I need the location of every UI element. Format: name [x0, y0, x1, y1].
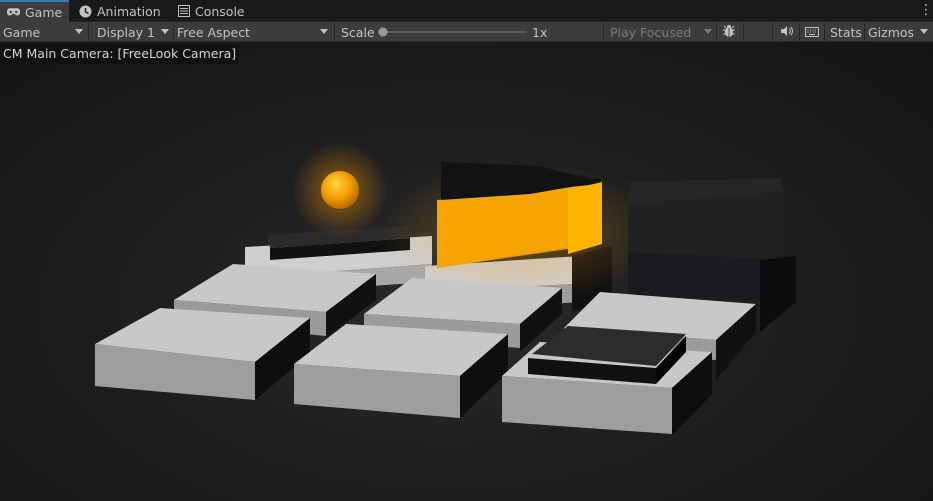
- toolbar-divider: [334, 23, 335, 41]
- console-icon: [177, 5, 190, 18]
- tab-game-label: Game: [25, 4, 63, 20]
- game-viewport[interactable]: CM Main Camera: [FreeLook Camera]: [0, 42, 933, 501]
- speaker-icon: [780, 25, 793, 40]
- stats-label: Stats: [830, 24, 862, 40]
- aspect-value: Free Aspect: [177, 24, 250, 40]
- stats-button[interactable]: Stats: [827, 22, 862, 42]
- toolbar-divider: [824, 23, 825, 41]
- camera-label: CM Main Camera: [FreeLook Camera]: [0, 44, 240, 64]
- shortcuts-button[interactable]: [804, 22, 820, 42]
- floor-tile: [294, 324, 508, 418]
- tab-animation-label: Animation: [97, 3, 161, 19]
- more-options-icon[interactable]: ⋮: [919, 3, 933, 19]
- chevron-down-icon: [920, 29, 928, 34]
- window-tab-bar: Game Animation Console ⋮: [0, 0, 933, 22]
- aspect-dropdown[interactable]: Free Aspect: [174, 22, 334, 42]
- scale-value: 1x: [532, 24, 548, 40]
- animation-icon: [79, 5, 92, 18]
- scale-label: Scale: [341, 24, 375, 40]
- chevron-down-icon: [161, 29, 169, 34]
- display-value: Display 1: [97, 24, 156, 40]
- bug-button[interactable]: [720, 22, 738, 42]
- gizmos-label: Gizmos: [868, 24, 915, 40]
- tab-animation[interactable]: Animation: [72, 0, 168, 22]
- chevron-down-icon: [704, 29, 712, 34]
- toolbar-divider: [799, 23, 800, 41]
- play-mode-value: Play Focused: [610, 24, 692, 40]
- tab-console-label: Console: [195, 3, 245, 19]
- gamepad-icon: [7, 6, 20, 19]
- tab-console[interactable]: Console: [170, 0, 252, 22]
- scale-slider-thumb[interactable]: [378, 27, 388, 37]
- toolbar-divider: [716, 23, 717, 41]
- view-mode-dropdown[interactable]: Game: [0, 22, 88, 42]
- toolbar-divider: [743, 23, 744, 41]
- player-ball: [321, 171, 359, 209]
- pressure-plate: [528, 326, 686, 384]
- chevron-down-icon: [320, 29, 328, 34]
- bug-icon: [722, 24, 736, 41]
- gizmos-dropdown[interactable]: Gizmos: [865, 22, 933, 42]
- mute-audio-button[interactable]: [778, 22, 794, 42]
- view-mode-value: Game: [3, 24, 41, 40]
- play-mode-dropdown[interactable]: Play Focused: [607, 22, 717, 42]
- toolbar-divider: [88, 23, 89, 41]
- game-view-toolbar: Game Display 1 Free Aspect Scale 1x Play…: [0, 22, 933, 42]
- toolbar-divider: [772, 23, 773, 41]
- floor-tile: [95, 308, 310, 400]
- chevron-down-icon: [75, 29, 83, 34]
- keyboard-icon: [805, 25, 819, 40]
- tab-game[interactable]: Game: [0, 0, 70, 22]
- toolbar-divider: [603, 23, 604, 41]
- scale-slider-track[interactable]: [383, 31, 527, 33]
- scene-render: [95, 142, 796, 436]
- display-dropdown[interactable]: Display 1: [94, 22, 174, 42]
